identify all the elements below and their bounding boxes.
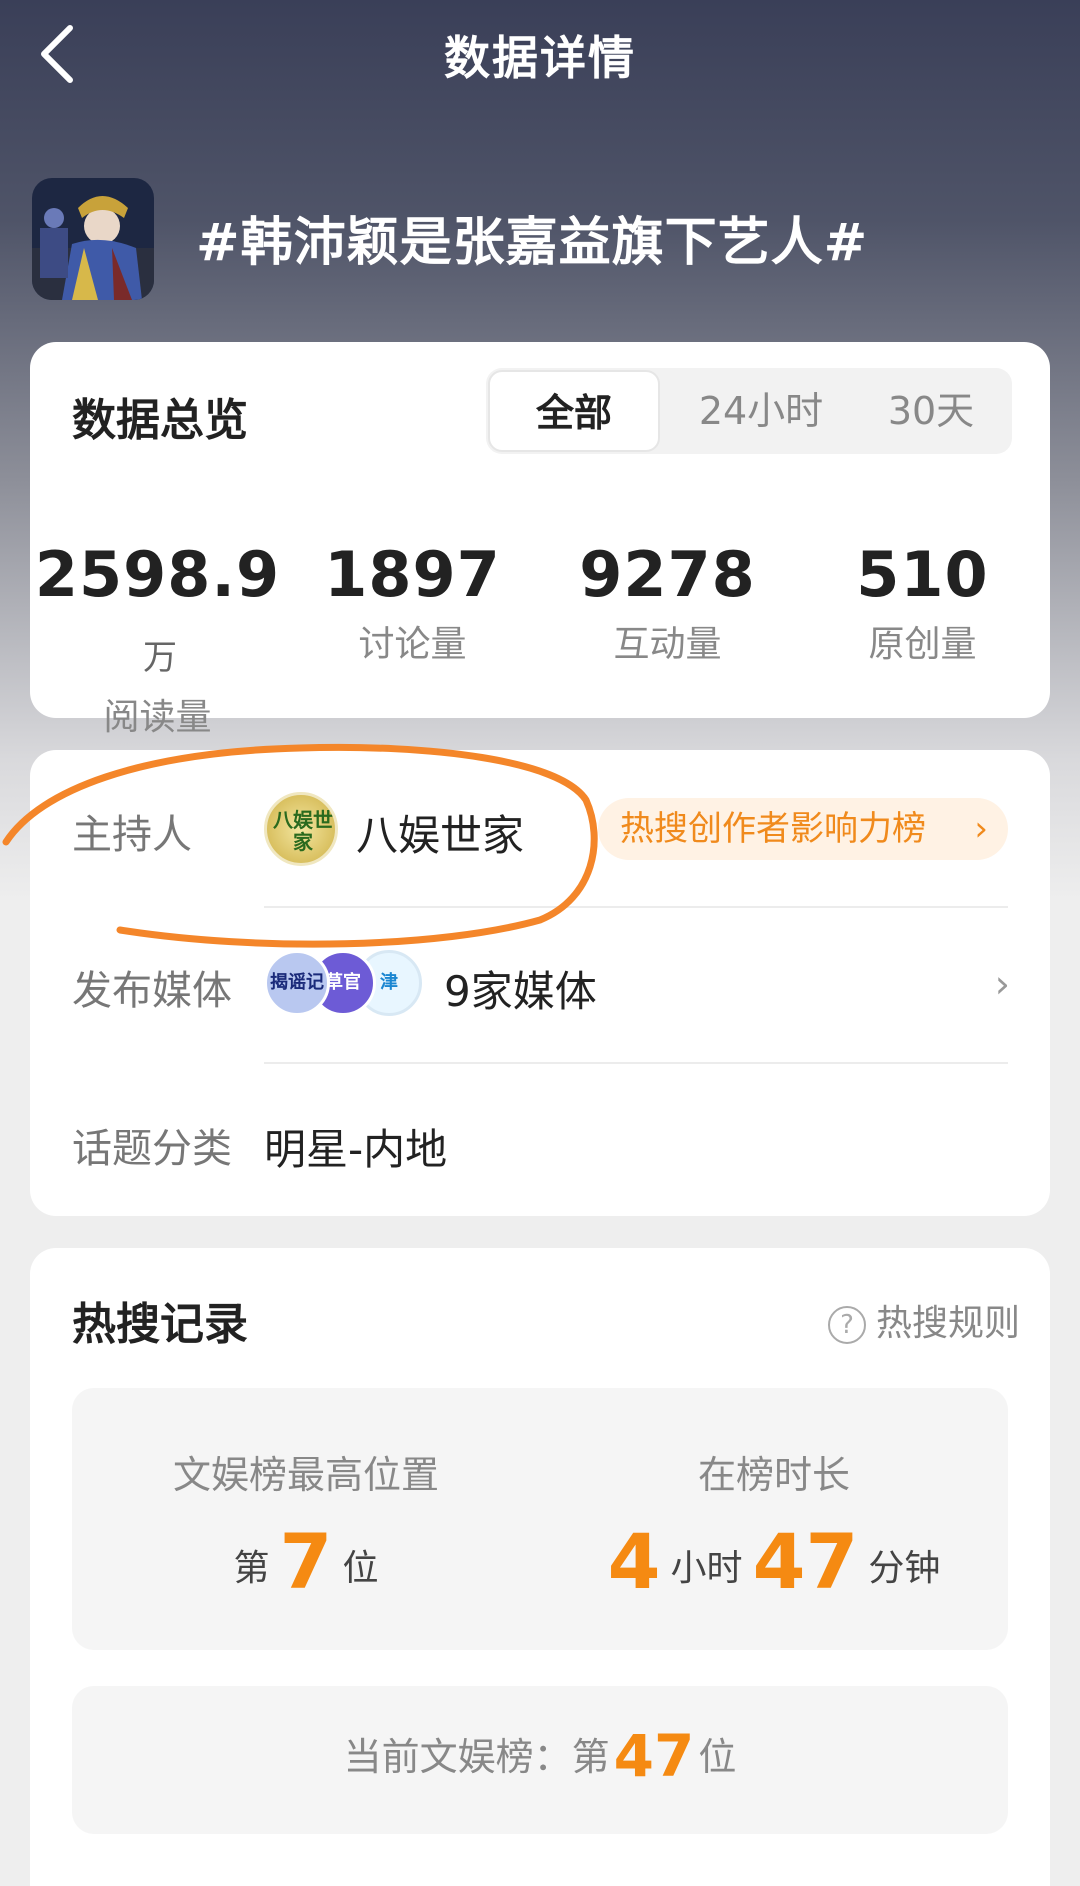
hot-search-card: 热搜记录 ? 热搜规则 文娱榜最高位置 第7位 在榜时长 4 小时 47 分钟 当前文娱… [30,1248,1050,1886]
peak-position-value: 7 [279,1517,333,1606]
stat-original-label: 原创量 [868,624,977,665]
host-name[interactable]: 八娱世家 [356,802,524,863]
tab-24h[interactable]: 24小时 [676,368,846,454]
info-card: 主持人 八娱世家 八娱世家 热搜创作者影响力榜 › 发布媒体 揭谣记 草官 津 … [30,750,1050,1216]
peak-prefix: 第 [233,1548,270,1589]
time-range-tabs: 全部 24小时 30天 [486,368,1012,454]
peak-position-label: 文娱榜最高位置 [172,1453,439,1497]
duration-label: 在榜时长 [697,1453,850,1497]
chevron-right-icon[interactable]: › [995,962,1010,1006]
hot-search-rules-link[interactable]: ? 热搜规则 [827,1294,1020,1346]
hot-search-title: 热搜记录 [72,1299,248,1350]
stat-discussions-value: 1897 [324,538,501,611]
on-list-duration: 在榜时长 4 小时 47 分钟 [540,1388,1008,1606]
hours-unit: 小时 [670,1548,743,1589]
category-value: 明星-内地 [264,1125,448,1174]
tab-30d[interactable]: 30天 [856,368,1006,454]
host-label: 主持人 [72,812,192,858]
current-prefix: 第 [571,1735,610,1779]
media-avatars[interactable]: 揭谣记 草官 津 [264,950,434,1024]
minutes-unit: 分钟 [868,1548,941,1589]
divider [264,906,1008,908]
tab-all[interactable]: 全部 [488,370,660,452]
overview-card: 数据总览 全部 24小时 30天 2598.9 万 阅读量 1897 讨论量 92… [30,342,1050,738]
influence-rank-button[interactable]: 热搜创作者影响力榜 › [598,798,1008,860]
stat-reads-unit: 万 [143,638,178,678]
chevron-right-icon: › [974,809,988,849]
current-suffix: 位 [698,1735,737,1779]
divider [264,1062,1008,1064]
stat-interactions: 9278 互动量 [540,538,795,667]
peak-position: 文娱榜最高位置 第7位 [72,1388,540,1606]
header: 数据详情 [0,0,1080,110]
duration-minutes-value: 47 [752,1517,859,1606]
stat-discussions-label: 讨论量 [358,624,467,665]
help-icon: ? [827,1306,866,1344]
current-rank-label: 当前文娱榜： [343,1735,572,1779]
topic-thumbnail [32,178,154,300]
stat-reads: 2598.9 万 阅读量 [30,538,285,740]
topic-title: #韩沛颖是张嘉益旗下艺人# [196,213,869,273]
peak-suffix: 位 [342,1548,379,1589]
influence-rank-label: 热搜创作者影响力榜 [620,809,926,849]
category-label: 话题分类 [72,1126,232,1172]
hot-search-rules-label: 热搜规则 [875,1303,1020,1344]
overview-title: 数据总览 [72,395,248,446]
duration-hours-value: 4 [607,1517,661,1606]
stat-discussions: 1897 讨论量 [285,538,540,667]
media-avatar: 揭谣记 [264,950,330,1016]
stat-original: 510 原创量 [795,538,1050,667]
stat-original-value: 510 [856,538,989,611]
stat-interactions-value: 9278 [579,538,756,611]
stat-reads-value: 2598.9 [34,538,281,611]
current-rank-value: 47 [613,1722,695,1790]
hot-search-stats-box: 文娱榜最高位置 第7位 在榜时长 4 小时 47 分钟 [72,1388,1008,1650]
media-count[interactable]: 9家媒体 [444,958,597,1019]
stat-reads-label: 阅读量 [103,697,212,738]
media-label: 发布媒体 [72,968,232,1014]
page-title: 数据详情 [444,31,636,85]
host-avatar-logo: 八娱世家 [273,808,333,854]
current-rank-box: 当前文娱榜：第47 位 [72,1686,1008,1834]
stat-interactions-label: 互动量 [613,624,722,665]
page: 数据详情 #韩沛颖是张嘉益旗下艺人# 数据总览 全部 24小时 30天 2598… [0,0,1080,1886]
host-avatar[interactable]: 八娱世家 [264,792,338,866]
